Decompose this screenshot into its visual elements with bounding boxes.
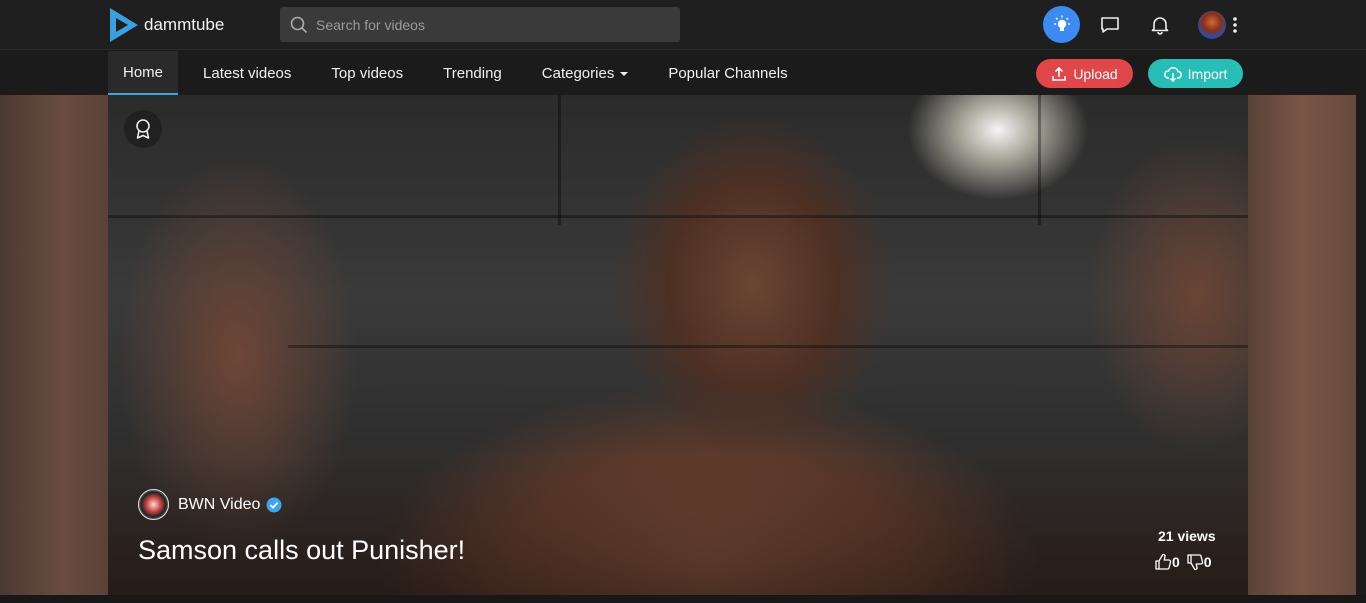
video-title[interactable]: Samson calls out Punisher! (138, 535, 465, 566)
wall-divider (1038, 95, 1041, 225)
wall-divider (108, 215, 1248, 218)
nav-item-top-videos[interactable]: Top videos (316, 51, 418, 95)
reactions: 0 0 (1154, 553, 1212, 571)
nav-label: Top videos (331, 64, 404, 82)
nav-label: Home (123, 63, 164, 81)
award-icon (136, 119, 150, 139)
app-name: dammtube (144, 15, 225, 34)
featured-badge-button[interactable] (124, 110, 162, 148)
channel-info[interactable]: BWN Video (138, 489, 282, 520)
caret-down-icon (620, 72, 629, 76)
nav-menu: Home Latest videos Top videos Trending C… (108, 51, 803, 95)
cloud-download-icon (1163, 66, 1182, 82)
user-avatar[interactable] (1198, 10, 1226, 39)
import-button[interactable]: Import (1148, 59, 1243, 88)
featured-video-thumbnail[interactable]: BWN Video Samson calls out Punisher! 21 … (108, 95, 1248, 595)
nav-label: Popular Channels (668, 64, 788, 82)
nav-label: Trending (443, 64, 502, 82)
nav-item-home[interactable]: Home (108, 51, 179, 95)
page-bottom (0, 595, 1366, 603)
thumbs-up-icon[interactable] (1154, 553, 1172, 571)
nav-item-latest-videos[interactable]: Latest videos (188, 51, 306, 95)
theme-toggle-button[interactable] (1043, 6, 1080, 43)
hero-blur-right (1248, 95, 1356, 595)
nav-item-categories[interactable]: Categories (527, 51, 644, 95)
logo[interactable]: dammtube (108, 6, 224, 44)
channel-name[interactable]: BWN Video (178, 496, 260, 514)
upload-icon (1052, 66, 1067, 81)
nav-bar: Home Latest videos Top videos Trending C… (0, 51, 1366, 95)
upload-label: Upload (1073, 65, 1118, 82)
top-bar: dammtube (0, 0, 1366, 50)
thumbs-down-icon[interactable] (1186, 553, 1204, 571)
like-count: 0 (1172, 554, 1180, 570)
nav-label: Latest videos (203, 64, 292, 82)
chat-icon (1101, 16, 1119, 33)
thumbnail-gradient (108, 455, 1248, 595)
wall-divider (288, 345, 1248, 348)
top-right-controls (1043, 6, 1240, 43)
bell-icon (1151, 16, 1169, 35)
search-bar[interactable] (280, 7, 680, 42)
messages-button[interactable] (1098, 13, 1122, 37)
wall-divider (558, 95, 561, 225)
nav-item-trending[interactable]: Trending (428, 51, 517, 95)
import-label: Import (1187, 65, 1228, 82)
hero-blur-left (0, 95, 108, 595)
notifications-button[interactable] (1148, 13, 1172, 37)
view-count: 21 views (1158, 528, 1216, 544)
channel-avatar[interactable] (138, 489, 169, 520)
nav-label: Categories (541, 64, 615, 82)
dislike-count: 0 (1203, 554, 1212, 570)
scrollbar[interactable] (1356, 95, 1366, 595)
upload-button[interactable]: Upload (1036, 59, 1133, 88)
nav-item-popular-channels[interactable]: Popular Channels (653, 51, 802, 95)
search-icon (290, 16, 308, 33)
logo-icon (110, 8, 138, 42)
lightbulb-icon (1053, 15, 1070, 31)
search-input[interactable] (316, 16, 666, 33)
vertical-dots-icon (1233, 16, 1237, 33)
more-menu-button[interactable] (1230, 13, 1240, 37)
verified-icon (266, 497, 282, 512)
